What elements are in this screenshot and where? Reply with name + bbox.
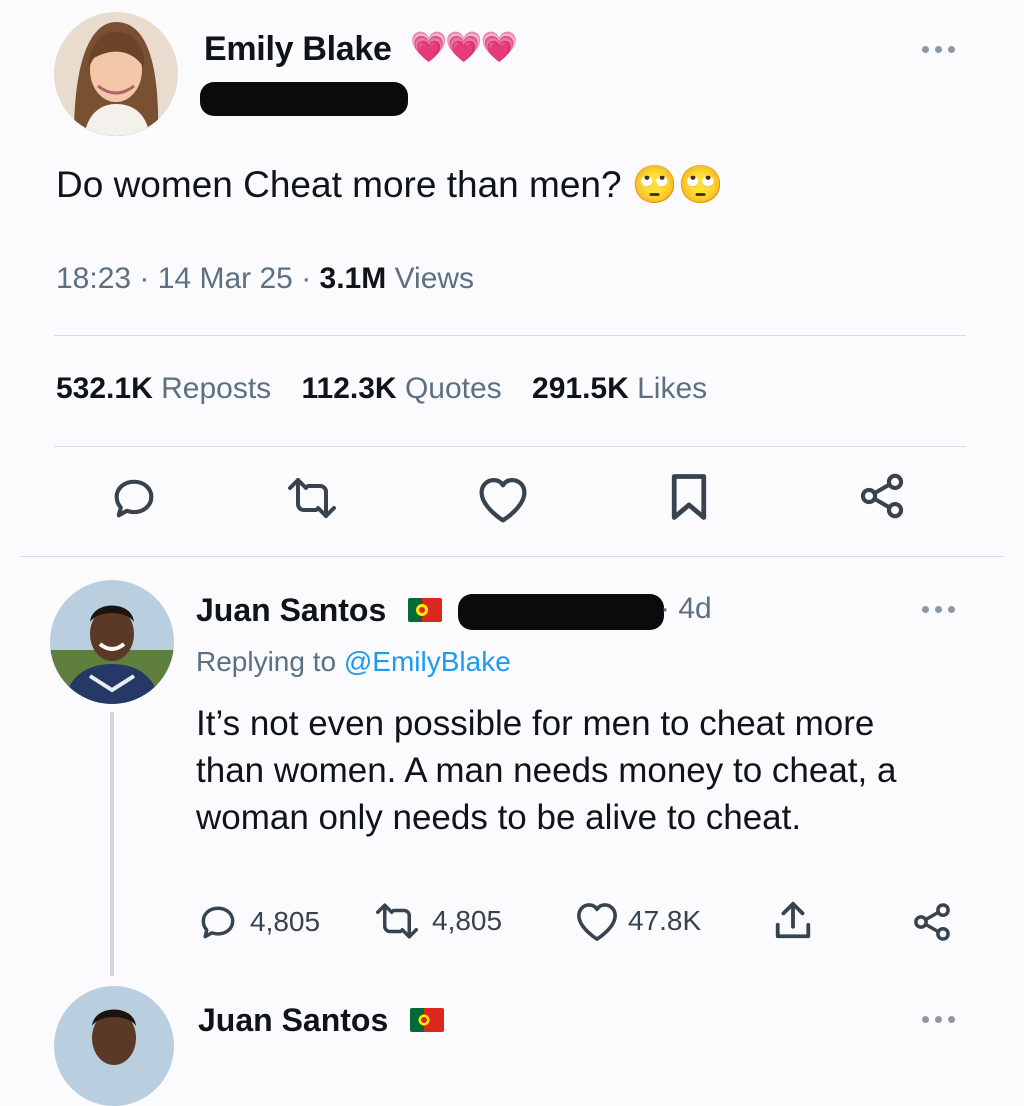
like-icon — [574, 900, 620, 942]
more-icon[interactable] — [922, 1016, 955, 1023]
thread-line — [110, 712, 114, 976]
reply-icon — [196, 900, 240, 944]
repost-count: 4,805 — [432, 905, 503, 936]
meta-sep: · — [301, 262, 312, 295]
reply-action-repost[interactable]: 4,805 — [372, 900, 502, 942]
more-icon[interactable] — [922, 46, 955, 53]
tweet-text-body: Do women Cheat more than men? — [56, 164, 622, 205]
reply-text: It’s not even possible for men to cheat … — [196, 704, 897, 837]
reply-icon[interactable] — [108, 472, 160, 524]
tweet-meta: 18:23 · 14 Mar 25 · 3.1M Views — [56, 262, 474, 296]
reply-action-like[interactable]: 47.8K — [574, 900, 701, 942]
repost-icon[interactable] — [284, 474, 340, 522]
reply-count: 4,805 — [250, 906, 321, 937]
more-icon[interactable] — [922, 606, 955, 613]
reply-author-avatar[interactable] — [50, 580, 174, 704]
reposts-stat[interactable]: 532.1K Reposts — [56, 372, 280, 405]
divider — [54, 446, 966, 447]
replying-to: Replying to @EmilyBlake — [196, 646, 511, 678]
meta-sep: · — [139, 262, 150, 295]
bookmark-icon[interactable] — [668, 472, 710, 522]
tweet-time: 18:23 — [56, 262, 132, 295]
likes-stat[interactable]: 291.5K Likes — [532, 372, 707, 405]
flag-portugal-icon — [408, 598, 442, 622]
next-reply-author-name[interactable]: Juan Santos — [198, 1002, 388, 1039]
replying-prefix: Replying to — [196, 646, 337, 677]
views-label: Views — [394, 262, 475, 295]
reposts-label: Reposts — [161, 372, 272, 405]
next-reply-avatar[interactable] — [54, 986, 174, 1106]
likes-count: 291.5K — [532, 372, 629, 405]
likes-label: Likes — [637, 372, 708, 405]
author-avatar[interactable] — [54, 12, 178, 136]
redacted-handle — [200, 82, 408, 116]
repost-icon — [372, 900, 422, 942]
divider — [54, 335, 966, 336]
reply-author-name[interactable]: Juan Santos — [196, 592, 386, 629]
like-icon[interactable] — [476, 474, 530, 524]
replying-handle-link[interactable]: @EmilyBlake — [344, 646, 511, 677]
eye-roll-emoji: 🙄🙄 — [631, 164, 724, 205]
reposts-count: 532.1K — [56, 372, 153, 405]
views-count: 3.1M — [319, 262, 387, 295]
tweet-stats: 532.1K Reposts 112.3K Quotes 291.5K Like… — [56, 372, 707, 406]
redacted-handle — [458, 594, 664, 630]
reply-action-reply[interactable]: 4,805 — [196, 900, 320, 944]
upload-icon[interactable] — [772, 898, 814, 944]
share-icon[interactable] — [910, 900, 954, 944]
author-hearts: 💗💗💗 — [410, 31, 518, 64]
section-divider — [20, 556, 1004, 557]
share-icon[interactable] — [856, 470, 908, 522]
quotes-count: 112.3K — [301, 372, 397, 405]
reply-age: · 4d — [660, 592, 712, 625]
author-name[interactable]: Emily Blake — [204, 30, 392, 69]
quotes-stat[interactable]: 112.3K Quotes — [302, 372, 511, 405]
tweet-text: Do women Cheat more than men? 🙄🙄 — [56, 164, 724, 207]
tweet-date: 14 Mar 25 — [157, 262, 293, 295]
flag-portugal-icon — [410, 1008, 444, 1032]
like-count: 47.8K — [628, 905, 702, 936]
quotes-label: Quotes — [404, 372, 502, 405]
